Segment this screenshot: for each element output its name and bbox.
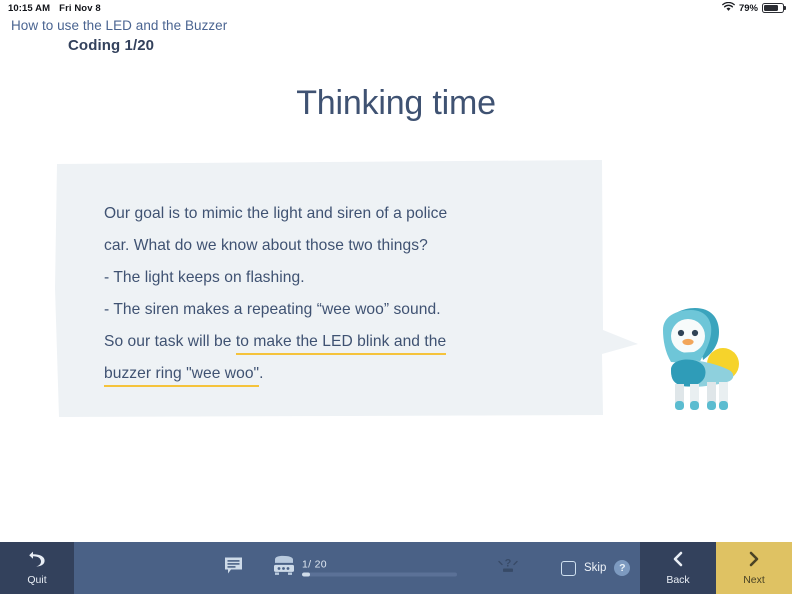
step-current: 1/ <box>302 558 312 571</box>
chevron-right-icon <box>747 551 761 572</box>
skip-group: Skip ? <box>561 560 631 576</box>
slide-app: 10:15 AM Fri Nov 8 79% How to use the LE… <box>0 0 792 594</box>
toolbar-middle: 1/ 20 ? Skip ? <box>74 542 640 594</box>
lesson-subject: How to use the LED and the Buzzer <box>11 18 228 33</box>
bubble-line-5-plain: So our task will be <box>104 333 236 350</box>
status-bar-right: 79% <box>722 1 784 15</box>
hint-question-icon[interactable]: ? <box>497 556 519 581</box>
chevron-left-icon <box>671 551 685 572</box>
skip-checkbox[interactable] <box>561 560 576 576</box>
bubble-text: Our goal is to mimic the light and siren… <box>104 198 574 390</box>
bubble-line-6-tail: . <box>259 365 264 382</box>
battery-fill <box>764 5 779 11</box>
bubble-line-5: So our task will be to make the LED blin… <box>104 326 574 358</box>
bubble-line-6: buzzer ring "wee woo". <box>104 358 574 390</box>
skip-label: Skip <box>584 562 607 574</box>
quit-button[interactable]: Quit <box>0 542 74 594</box>
svg-text:?: ? <box>505 558 512 570</box>
ios-status-bar: 10:15 AM Fri Nov 8 79% <box>0 0 792 16</box>
back-label: Back <box>666 573 690 586</box>
status-date: Fri Nov 8 <box>59 2 101 14</box>
steps-progress-group: 1/ 20 <box>272 555 457 581</box>
speech-bubble: Our goal is to mimic the light and siren… <box>54 158 640 418</box>
next-button[interactable]: Next <box>716 542 792 594</box>
page-title: Thinking time <box>296 84 496 122</box>
undo-arrow-icon <box>28 551 46 572</box>
bubble-line-3: - The light keeps on flashing. <box>104 269 305 286</box>
wifi-icon <box>722 1 735 15</box>
step-counter: 1/ 20 <box>302 559 457 570</box>
bubble-line-6-highlight: buzzer ring "wee woo" <box>104 365 260 387</box>
lesson-title: Coding 1/20 <box>68 37 155 54</box>
bubble-line-2: car. What do we know about those two thi… <box>104 237 428 254</box>
step-total: 20 <box>314 558 327 571</box>
bubble-line-1: Our goal is to mimic the light and siren… <box>104 205 448 222</box>
steps-meta: 1/ 20 <box>302 559 457 577</box>
progress-fill <box>302 572 310 577</box>
quit-label: Quit <box>27 573 47 586</box>
help-badge[interactable]: ? <box>614 560 631 576</box>
bottom-toolbar: Quit 1/ 20 ? Skip ? Back Next <box>0 542 792 594</box>
robot-mascot <box>655 308 751 418</box>
lesson-header: How to use the LED and the Buzzer Coding… <box>0 18 792 54</box>
back-button[interactable]: Back <box>640 542 716 594</box>
next-label: Next <box>743 573 765 586</box>
robot-device-icon[interactable] <box>272 555 296 581</box>
progress-slider[interactable] <box>302 572 457 577</box>
status-bar-left: 10:15 AM Fri Nov 8 <box>8 3 101 14</box>
bubble-line-5-highlight: to make the LED blink and the <box>235 333 447 355</box>
battery-icon <box>762 3 784 13</box>
battery-percent: 79% <box>738 2 758 14</box>
bubble-line-4: - The siren makes a repeating “wee woo” … <box>104 301 441 318</box>
comment-bubble-icon[interactable] <box>224 557 243 580</box>
status-time: 10:15 AM <box>8 2 51 14</box>
